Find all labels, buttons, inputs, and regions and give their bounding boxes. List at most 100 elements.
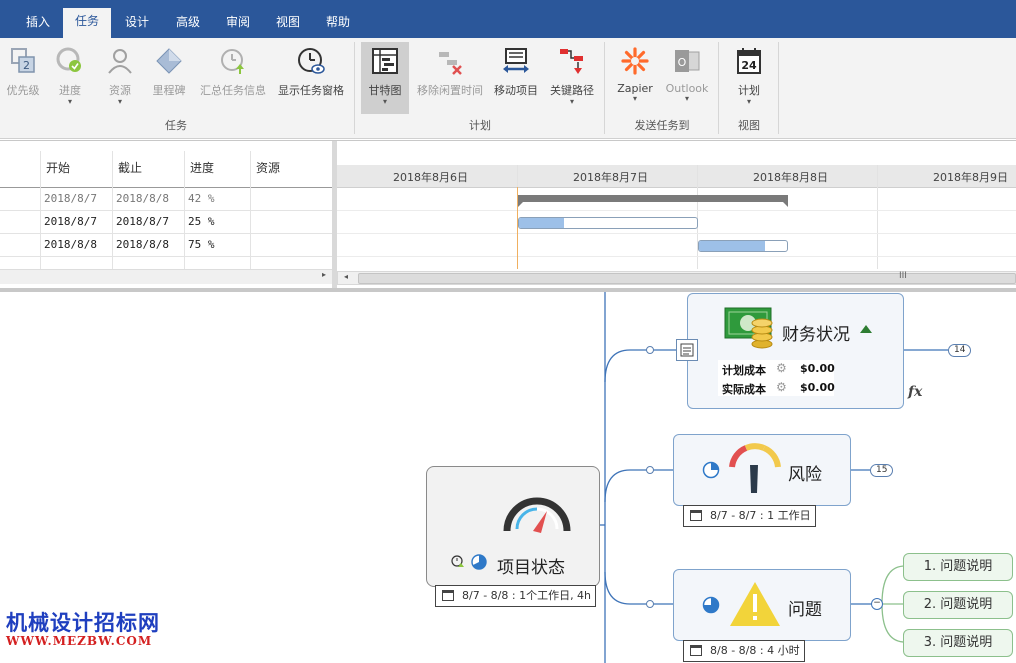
table-row[interactable]: 2018/8/8 2018/8/8 75 % <box>0 234 332 257</box>
risk-topic-node[interactable]: 风险 <box>673 434 851 506</box>
tab-help[interactable]: 帮助 <box>318 9 358 38</box>
risk-pie-icon <box>702 461 720 479</box>
group-separator <box>354 42 355 134</box>
milestone-diamond-icon <box>156 48 182 74</box>
zapier-button[interactable]: Zapier ▾ <box>614 42 656 103</box>
show-task-pane-button[interactable]: 显示任务窗格 <box>276 42 346 98</box>
cell-start: 2018/8/7 <box>44 215 97 228</box>
cell-start: 2018/8/8 <box>44 238 97 251</box>
send-group-label: 发送任务到 <box>634 119 690 132</box>
progress-button[interactable]: 进度 ▾ <box>50 42 90 106</box>
calendar-icon: 24 <box>737 48 761 74</box>
move-item-button[interactable]: 移动项目 <box>492 42 540 98</box>
ribbon-tab-bar: 插入 任务 设计 高级 审阅 视图 帮助 <box>0 0 1016 38</box>
resource-button[interactable]: 资源 ▾ <box>100 42 140 106</box>
timeline-horizontal-scrollbar[interactable]: ◂ III <box>337 271 1016 285</box>
group-separator <box>604 42 605 134</box>
summary-task-info-button[interactable]: 汇总任务信息 <box>198 42 268 98</box>
finance-topic-node[interactable]: 财务状况 计划成本 ⚙ $0.00 实际成本 ⚙ $0.00 <box>687 293 904 409</box>
connector-dot <box>646 346 654 354</box>
gantt-chart-button[interactable]: 甘特图 ▾ <box>361 42 409 114</box>
plan-dropdown-icon: ▾ <box>746 97 751 106</box>
timeline-header: 2018年8月6日 2018年8月7日 2018年8月8日 2018年8月9日 <box>337 165 1016 188</box>
summary-clock-icon <box>221 49 244 74</box>
svg-text:O: O <box>678 56 687 69</box>
collapsed-count-badge[interactable]: 15 <box>870 464 894 477</box>
task-progress-fill <box>699 241 765 251</box>
timeline-date: 2018年8月6日 <box>393 171 468 184</box>
connector-dot <box>646 466 654 474</box>
tab-design[interactable]: 设计 <box>117 9 157 38</box>
timeline-row <box>337 234 1016 257</box>
priority-button[interactable]: 2 优先级 <box>2 42 44 98</box>
plan-group-label: 计划 <box>469 119 491 132</box>
tab-review[interactable]: 审阅 <box>218 9 258 38</box>
calendar-icon <box>690 645 702 656</box>
connector-dot <box>646 600 654 608</box>
scroll-left-arrow-icon[interactable]: ◂ <box>344 272 348 281</box>
tab-advanced[interactable]: 高级 <box>168 9 208 38</box>
summary-task-bar[interactable] <box>518 195 788 202</box>
plan-view-button[interactable]: 24 计划 ▾ <box>728 42 770 106</box>
risk-date-label: 8/7 - 8/7 : 1 工作日 <box>683 505 816 527</box>
milestone-button[interactable]: 里程碑 <box>148 42 190 98</box>
zapier-dropdown-icon: ▾ <box>632 94 637 103</box>
cell-progress: 75 % <box>188 238 215 251</box>
issue-topic-title: 问题 <box>788 600 822 620</box>
view-group-label: 视图 <box>738 119 760 132</box>
gauge-icon <box>503 497 571 533</box>
formula-fx-icon[interactable]: fx <box>908 384 922 400</box>
collapse-minus-icon[interactable]: − <box>871 598 883 610</box>
actual-cost-value: $0.00 <box>800 381 835 394</box>
progress-icon <box>56 47 81 72</box>
table-row[interactable]: 2018/8/7 2018/8/7 25 % <box>0 211 332 234</box>
remove-idle-time-button[interactable]: 移除闲置时间 <box>414 42 486 98</box>
outlook-button[interactable]: O Outlook ▾ <box>662 42 712 103</box>
group-separator <box>718 42 719 134</box>
issue-child-node[interactable]: 1. 问题说明 <box>903 553 1013 581</box>
cell-progress: 25 % <box>188 215 215 228</box>
cell-start: 2018/8/7 <box>44 192 97 205</box>
tab-task[interactable]: 任务 <box>63 8 111 38</box>
scroll-right-arrow-icon[interactable]: ▸ <box>322 270 326 279</box>
calendar-icon <box>690 510 702 521</box>
planned-cost-gear-icon: ⚙ <box>776 361 787 375</box>
column-header-start[interactable]: 开始 <box>46 159 70 176</box>
tab-view[interactable]: 视图 <box>268 9 308 38</box>
planned-cost-value: $0.00 <box>800 362 835 375</box>
person-icon <box>108 49 132 74</box>
cost-table: 计划成本 ⚙ $0.00 实际成本 ⚙ $0.00 <box>718 360 835 396</box>
actual-cost-label: 实际成本 <box>722 383 766 396</box>
actual-cost-gear-icon: ⚙ <box>776 380 787 394</box>
critical-path-button[interactable]: 关键路径 ▾ <box>546 42 598 106</box>
scroll-thumb[interactable]: III <box>358 271 1016 284</box>
mindmap-canvas[interactable]: 项目状态 8/7 - 8/8 : 1个工作日, 4h 财务状况 计划成本 ⚙ $… <box>0 292 1016 663</box>
cell-due: 2018/8/8 <box>116 192 169 205</box>
notes-icon[interactable] <box>676 339 698 361</box>
remove-idle-icon <box>439 52 462 75</box>
summary-bar-left-cap <box>518 201 524 207</box>
issue-date-label: 8/8 - 8/8 : 4 小时 <box>683 640 805 662</box>
task-bar[interactable] <box>698 240 788 252</box>
tab-insert[interactable]: 插入 <box>18 9 58 38</box>
svg-text:2: 2 <box>23 59 30 72</box>
column-header-resource[interactable]: 资源 <box>256 159 280 176</box>
column-header-progress[interactable]: 进度 <box>190 159 214 176</box>
issue-child-node[interactable]: 2. 问题说明 <box>903 591 1013 619</box>
issue-topic-node[interactable]: 问题 <box>673 569 851 641</box>
timeline-date: 2018年8月7日 <box>573 171 648 184</box>
task-bar[interactable] <box>518 217 698 229</box>
grid-horizontal-scrollbar[interactable]: ▸ <box>0 269 332 284</box>
root-pie-icon <box>471 554 487 570</box>
timeline-date: 2018年8月9日 <box>933 171 1008 184</box>
column-header-due[interactable]: 截止 <box>118 159 142 176</box>
collapsed-count-badge[interactable]: 14 <box>948 344 972 357</box>
gantt-dropdown-icon: ▾ <box>382 97 387 106</box>
risk-topic-title: 风险 <box>788 465 822 485</box>
cell-due: 2018/8/8 <box>116 238 169 251</box>
issue-child-node[interactable]: 3. 问题说明 <box>903 629 1013 657</box>
cell-progress: 42 % <box>188 192 215 205</box>
table-row[interactable]: 2018/8/7 2018/8/8 42 % <box>0 188 332 211</box>
critical-path-dropdown-icon: ▾ <box>569 97 574 106</box>
root-topic-node[interactable]: 项目状态 <box>426 466 600 587</box>
